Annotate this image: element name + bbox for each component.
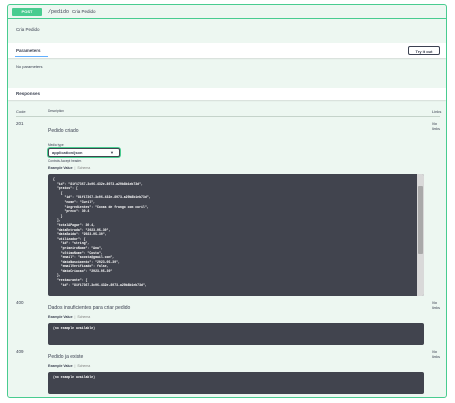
response-description-400: Dados insuficientes para criar pedido: [48, 305, 131, 311]
operation-summary[interactable]: POST /pedido Cria Pedido: [8, 5, 446, 19]
response-links-201: No links: [432, 121, 441, 131]
try-it-out-button[interactable]: Try it out: [408, 46, 440, 55]
operation-path: /pedido: [48, 8, 70, 15]
example-tabs-201: Example Value | Schema: [48, 166, 90, 170]
response-code-400: 400: [16, 300, 24, 305]
tab-example-value[interactable]: Example Value: [48, 166, 73, 170]
response-code-201: 201: [16, 121, 24, 126]
media-type-label: Media type: [48, 143, 64, 147]
example-code-block-409: (no example available): [48, 372, 424, 394]
parameters-title: Parameters: [16, 48, 41, 53]
tab-schema[interactable]: Schema: [77, 364, 90, 368]
code-column-header: Code: [16, 109, 26, 114]
responses-title: Responses: [16, 91, 41, 96]
media-type-select[interactable]: application/json ▼: [48, 148, 120, 157]
example-code-block-400: (no example available): [48, 323, 424, 345]
no-example-text: (no example available): [53, 326, 96, 330]
tab-separator: |: [74, 166, 76, 170]
tab-separator: |: [74, 364, 76, 368]
chevron-down-icon: ▼: [110, 150, 114, 155]
response-links-409: No links: [432, 349, 441, 359]
media-type-value: application/json: [52, 150, 83, 155]
code-scrollbar[interactable]: [417, 174, 424, 296]
responses-header: Responses: [8, 88, 446, 100]
operation-description: Cria Pedido: [16, 27, 40, 32]
example-tabs-409: Example Value | Schema: [48, 364, 90, 368]
links-column-header: Links: [432, 109, 442, 114]
no-parameters-text: No parameters: [16, 64, 43, 69]
example-tabs-400: Example Value | Schema: [48, 315, 90, 319]
no-example-text: (no example available): [53, 375, 96, 379]
operation-summary-description: Cria Pedido: [72, 9, 96, 14]
tab-separator: |: [74, 315, 76, 319]
accept-header-note: Controls Accept header.: [48, 159, 82, 163]
response-links-400: No links: [432, 300, 441, 310]
tab-example-value[interactable]: Example Value: [48, 364, 73, 368]
example-json: { "id": "81f17367-3c06-432e-8073-a20b8b1…: [53, 177, 151, 287]
description-column-header: Description: [48, 109, 64, 113]
example-code-block-201[interactable]: { "id": "81f17367-3c06-432e-8073-a20b8b1…: [48, 174, 424, 296]
operation-block: POST /pedido Cria Pedido Cria Pedido Par…: [7, 4, 447, 398]
response-description-409: Pedido ja existe: [48, 354, 84, 360]
code-scrollbar-thumb[interactable]: [418, 186, 423, 254]
tab-example-value[interactable]: Example Value: [48, 315, 73, 319]
response-code-409: 409: [16, 349, 24, 354]
tab-schema[interactable]: Schema: [77, 315, 90, 319]
table-header-divider: [16, 116, 440, 117]
parameters-tab-indicator: [15, 56, 48, 57]
tab-schema[interactable]: Schema: [77, 166, 90, 170]
parameters-header: Parameters Try it out: [8, 43, 446, 58]
response-description-201: Pedido criado: [48, 128, 79, 134]
method-badge: POST: [12, 7, 42, 16]
